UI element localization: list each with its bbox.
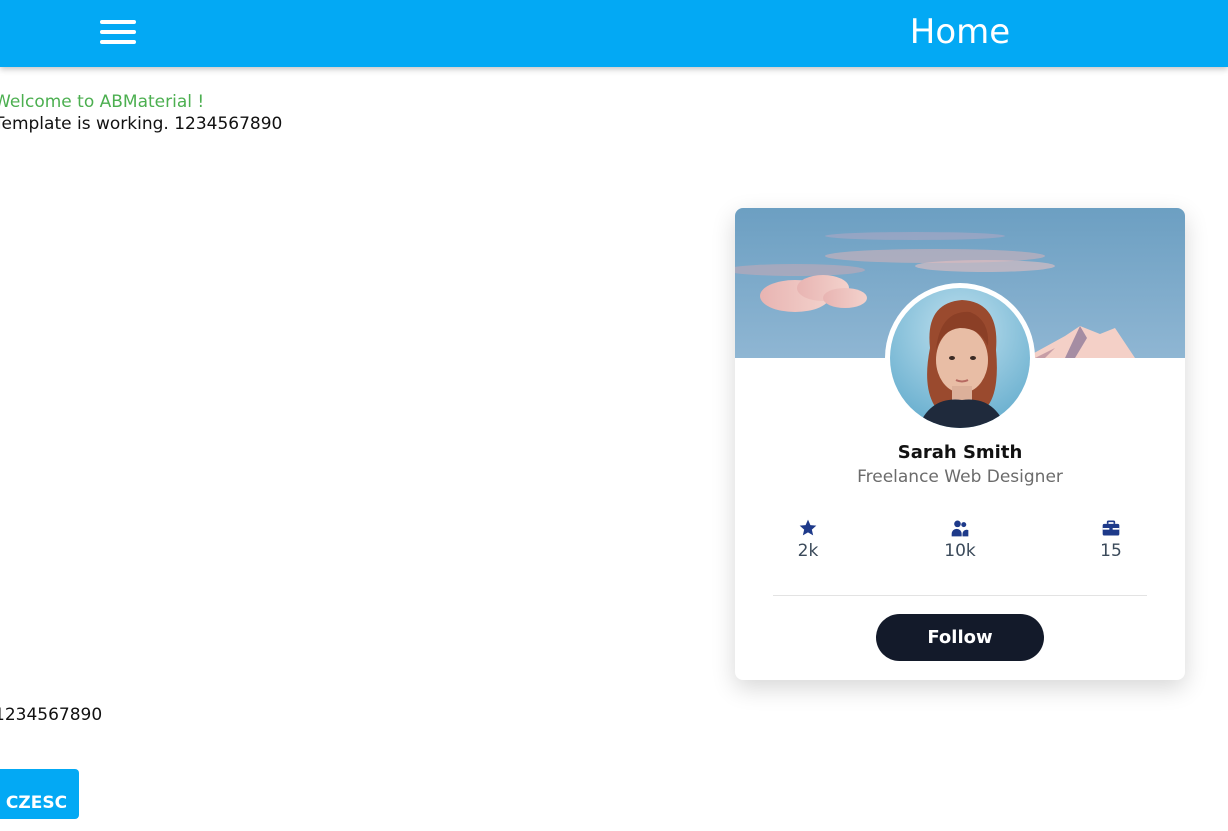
stat-value: 15 bbox=[1100, 541, 1122, 561]
welcome-text: Welcome to ABMaterial ! bbox=[0, 92, 205, 112]
star-icon bbox=[799, 519, 817, 536]
stat-value: 10k bbox=[944, 541, 976, 561]
users-icon bbox=[951, 520, 969, 537]
czesc-button[interactable]: CZESC bbox=[0, 769, 79, 819]
stat-followers: 10k bbox=[920, 518, 1000, 561]
hamburger-menu-icon[interactable] bbox=[100, 20, 138, 46]
briefcase-icon bbox=[1102, 520, 1120, 536]
page-title: Home bbox=[909, 12, 1011, 52]
profile-card: Sarah Smith Freelance Web Designer 2k 10… bbox=[735, 208, 1185, 680]
profile-role: Freelance Web Designer bbox=[857, 467, 1063, 487]
stat-value: 2k bbox=[797, 541, 819, 561]
follow-button[interactable]: Follow bbox=[876, 614, 1044, 661]
profile-photo bbox=[890, 288, 1030, 428]
top-app-bar: Home bbox=[0, 0, 1228, 67]
avatar[interactable] bbox=[885, 283, 1035, 433]
card-divider bbox=[773, 595, 1147, 596]
template-status-text: Template is working. 1234567890 bbox=[0, 114, 283, 134]
profile-name: Sarah Smith bbox=[897, 442, 1023, 463]
stat-projects: 15 bbox=[1071, 518, 1151, 561]
number-text: 1234567890 bbox=[0, 705, 103, 725]
stat-favorites: 2k bbox=[768, 518, 848, 561]
